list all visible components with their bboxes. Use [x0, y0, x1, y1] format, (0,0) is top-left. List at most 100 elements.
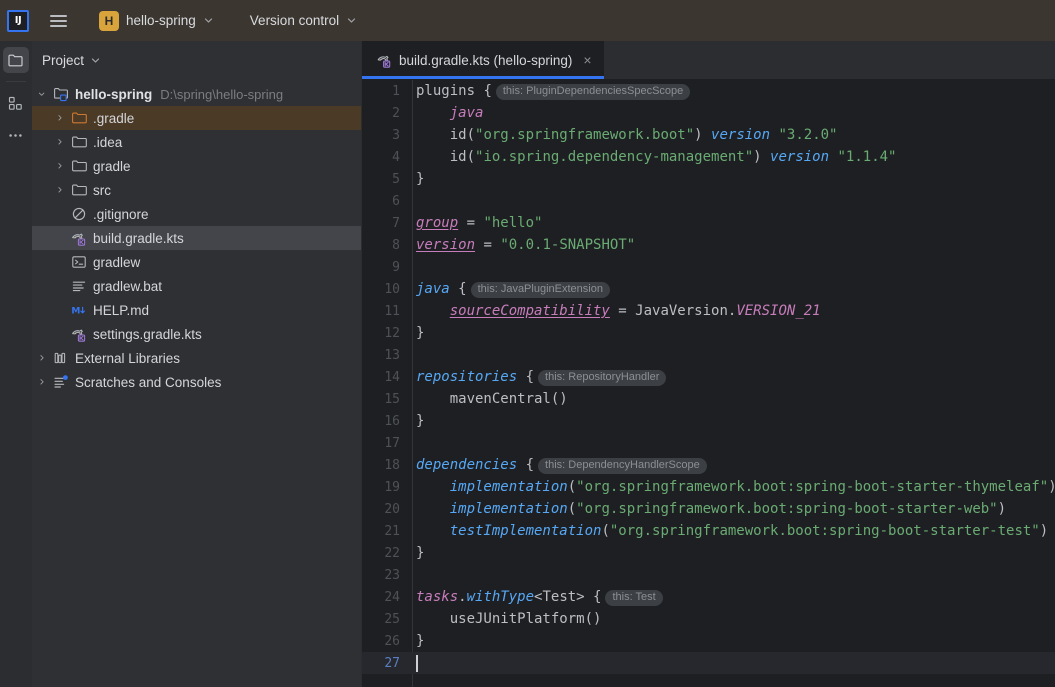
chevron-down-icon	[346, 15, 357, 26]
code-line-text: testImplementation("org.springframework.…	[406, 523, 1048, 539]
code-line[interactable]: 4 id("io.spring.dependency-management") …	[362, 146, 1055, 168]
code-token: "org.springframework.boot:spring-boot-st…	[609, 523, 1040, 539]
tree-row[interactable]: src	[32, 178, 361, 202]
tree-row[interactable]: build.gradle.kts	[32, 226, 361, 250]
project-path-label: D:\spring\hello-spring	[160, 86, 284, 102]
version-control-widget[interactable]: Version control	[244, 10, 363, 31]
code-line[interactable]: 16}	[362, 410, 1055, 432]
code-editor[interactable]: 1 plugins {this: PluginDependenciesSpecSc…	[362, 80, 1055, 687]
code-token: "io.spring.dependency-management"	[475, 149, 754, 165]
editor-tab-build-gradle-kts[interactable]: build.gradle.kts (hello-spring) ×	[362, 41, 604, 79]
code-line[interactable]: 17	[362, 432, 1055, 454]
code-line[interactable]: 5}	[362, 168, 1055, 190]
more-tool-windows-button[interactable]	[3, 122, 29, 148]
code-line[interactable]: 2 java	[362, 102, 1055, 124]
code-line[interactable]: 24 tasks.withType<Test> {this: Test	[362, 586, 1055, 608]
tree-row[interactable]: gradle	[32, 154, 361, 178]
code-line[interactable]: 10 java {this: JavaPluginExtension	[362, 278, 1055, 300]
code-line[interactable]: 14 repositories {this: RepositoryHandler	[362, 366, 1055, 388]
code-token: "org.springframework.boot:spring-boot-st…	[576, 501, 998, 517]
code-line[interactable]: 19 implementation("org.springframework.b…	[362, 476, 1055, 498]
chevron-right-icon[interactable]	[54, 136, 70, 148]
tree-row-label: settings.gradle.kts	[93, 326, 202, 342]
code-line[interactable]: 11 sourceCompatibility = JavaVersion.VER…	[362, 300, 1055, 322]
code-line-text: version = "0.0.1-SNAPSHOT"	[406, 237, 635, 253]
code-line[interactable]: 9	[362, 256, 1055, 278]
code-line[interactable]: 1 plugins {this: PluginDependenciesSpecSc…	[362, 80, 1055, 102]
code-line[interactable]: 21 testImplementation("org.springframewo…	[362, 520, 1055, 542]
code-line[interactable]: 6	[362, 190, 1055, 212]
tree-row[interactable]: hello-spring D:\spring\hello-spring	[32, 82, 361, 106]
line-number: 11	[384, 303, 400, 319]
code-line[interactable]: 22}	[362, 542, 1055, 564]
code-line-text: }	[406, 325, 424, 341]
chevron-right-icon[interactable]	[36, 376, 52, 388]
code-line[interactable]: 20 implementation("org.springframework.b…	[362, 498, 1055, 520]
code-line[interactable]: 23	[362, 564, 1055, 586]
chevron-down-icon[interactable]	[36, 88, 52, 100]
code-token: }	[416, 171, 425, 187]
project-name-label: hello-spring	[126, 13, 196, 28]
code-token: version	[770, 149, 830, 165]
code-line[interactable]: 8 version = "0.0.1-SNAPSHOT"	[362, 234, 1055, 256]
module-folder-icon	[52, 86, 70, 102]
code-token: version	[416, 237, 476, 253]
editor-area: build.gradle.kts (hello-spring) × 1 plugi…	[362, 41, 1055, 687]
code-lines[interactable]: 1 plugins {this: PluginDependenciesSpecSc…	[362, 80, 1055, 687]
project-widget[interactable]: H hello-spring	[93, 8, 220, 34]
code-token: }	[416, 413, 425, 429]
tree-row-label: External Libraries	[75, 350, 181, 366]
structure-tool-window-button[interactable]	[3, 90, 29, 116]
tree-row[interactable]: gradlew	[32, 250, 361, 274]
chevron-right-icon[interactable]	[36, 352, 52, 364]
folder-excluded-icon	[70, 110, 88, 126]
inlay-hint[interactable]: this: RepositoryHandler	[538, 369, 667, 386]
project-tree[interactable]: hello-spring D:\spring\hello-spring .gradl…	[32, 79, 361, 687]
code-token: (	[567, 479, 577, 495]
code-line[interactable]: 26}	[362, 630, 1055, 652]
code-line[interactable]: 27	[362, 652, 1055, 674]
inlay-hint[interactable]: this: DependencyHandlerScope	[538, 457, 707, 474]
code-line[interactable]: 7 group = "hello"	[362, 212, 1055, 234]
line-number: 25	[384, 611, 400, 627]
tree-row[interactable]: Scratches and Consoles	[32, 370, 361, 394]
code-line[interactable]: 13	[362, 344, 1055, 366]
close-icon[interactable]: ×	[583, 52, 591, 68]
inlay-hint[interactable]: this: JavaPluginExtension	[470, 281, 610, 298]
project-tool-window-button[interactable]	[2, 47, 29, 73]
line-number: 13	[384, 347, 400, 363]
code-token: tasks	[416, 588, 459, 605]
tree-row[interactable]: gradlew.bat	[32, 274, 361, 298]
code-line[interactable]: 18 dependencies {this: DependencyHandlerS…	[362, 454, 1055, 476]
code-line[interactable]: 15 mavenCentral()	[362, 388, 1055, 410]
inlay-hint[interactable]: this: PluginDependenciesSpecScope	[495, 83, 691, 100]
svg-text:M: M	[71, 306, 80, 316]
code-token: "3.2.0"	[778, 127, 838, 143]
code-token: "hello"	[483, 215, 543, 231]
chevron-right-icon[interactable]	[54, 184, 70, 196]
tree-row[interactable]: settings.gradle.kts	[32, 322, 361, 346]
code-line[interactable]: 25 useJUnitPlatform()	[362, 608, 1055, 630]
tree-row[interactable]: .gradle	[32, 106, 361, 130]
structure-icon	[7, 95, 24, 112]
tree-row[interactable]: .idea	[32, 130, 361, 154]
intellij-idea-logo-icon[interactable]: IJ	[7, 9, 29, 32]
inlay-hint[interactable]: this: Test	[605, 589, 663, 606]
tree-row[interactable]: M HELP.md	[32, 298, 361, 322]
code-token: implementation	[449, 501, 568, 517]
code-line[interactable]: 3 id("org.springframework.boot") version…	[362, 124, 1055, 146]
chevron-right-icon[interactable]	[54, 160, 70, 172]
tree-row[interactable]: External Libraries	[32, 346, 361, 370]
tree-row-label: .idea	[93, 134, 123, 150]
code-token: )	[753, 149, 771, 165]
project-tool-window: Project hello-spring D:\spring\hello-spri…	[32, 41, 362, 687]
code-line-text: group = "hello"	[406, 215, 542, 231]
code-token: }	[416, 545, 425, 561]
project-panel-header[interactable]: Project	[32, 41, 361, 79]
main-menu-button[interactable]	[43, 6, 73, 36]
chevron-right-icon[interactable]	[54, 112, 70, 124]
line-number: 2	[392, 105, 400, 121]
tree-row[interactable]: .gitignore	[32, 202, 361, 226]
code-line[interactable]: 12}	[362, 322, 1055, 344]
